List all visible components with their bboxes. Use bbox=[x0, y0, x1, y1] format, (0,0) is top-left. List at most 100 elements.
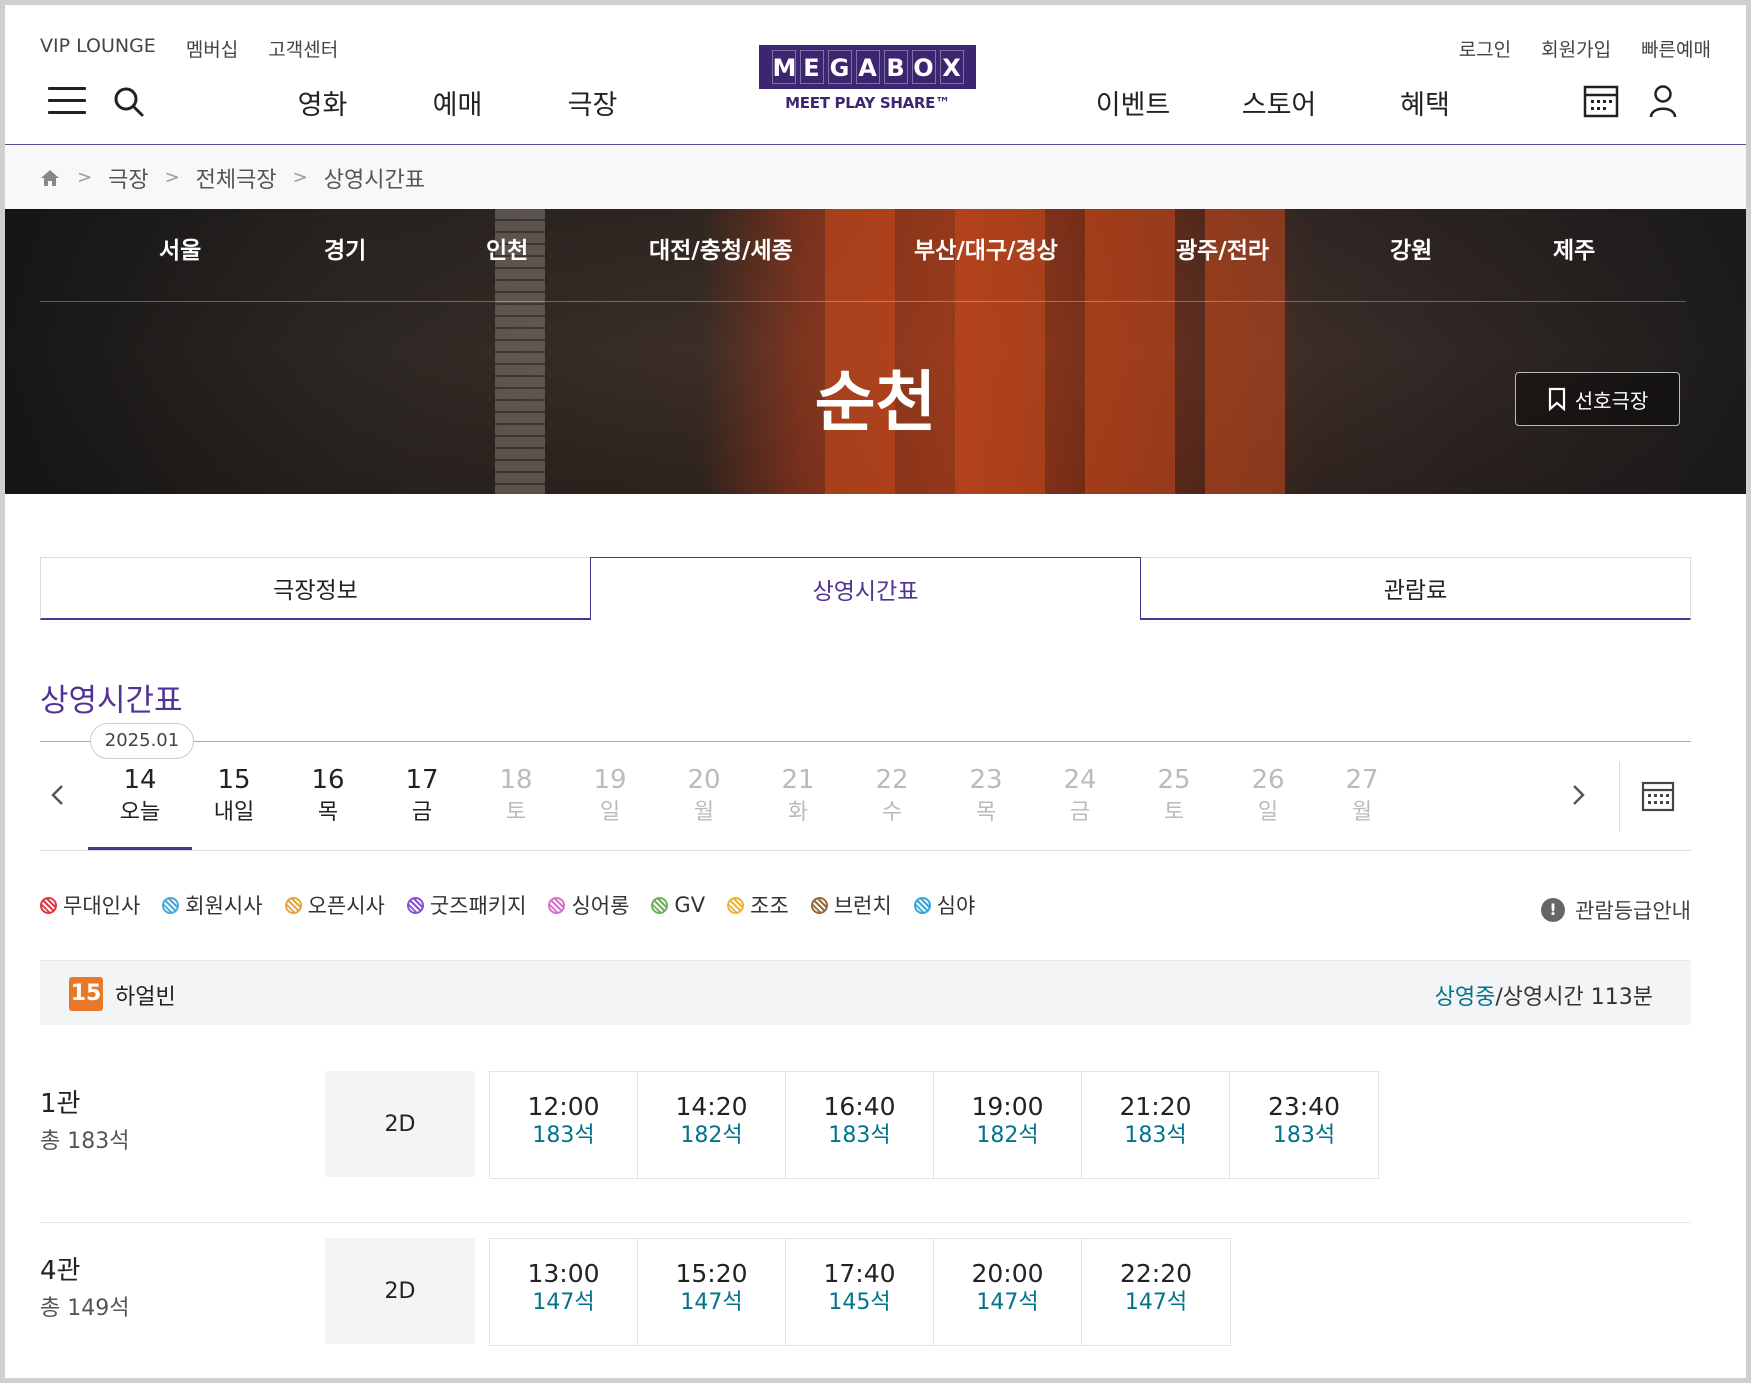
member-preview-icon bbox=[162, 896, 180, 914]
nav-benefit[interactable]: 혜택 bbox=[1352, 83, 1498, 122]
date-day: 19 bbox=[593, 765, 627, 795]
date-weekday: 일 bbox=[599, 800, 621, 825]
date-item: 20 월 bbox=[652, 764, 756, 850]
tab-theater-info[interactable]: 극장정보 bbox=[40, 557, 590, 620]
search-icon[interactable] bbox=[112, 85, 146, 119]
megabox-logo[interactable]: MEGABOX MEET PLAY SHARE™ bbox=[759, 45, 976, 123]
region-tab-incheon[interactable]: 인천 bbox=[486, 209, 528, 293]
date-selector: 2025.01 14 오늘 15 내일 16 목 17 금 18 토 19 일 20 월 21 화 22 수 23 목… bbox=[40, 723, 1691, 851]
open-preview-icon bbox=[284, 896, 302, 914]
region-tab-jeju[interactable]: 제주 bbox=[1553, 209, 1595, 293]
showtime-slot[interactable]: 17:40 145석 bbox=[786, 1239, 934, 1345]
quick-booking-link[interactable]: 빠른예매 bbox=[1641, 35, 1711, 62]
signup-link[interactable]: 회원가입 bbox=[1541, 35, 1611, 62]
movie-header: 15 하얼빈 상영중/상영시간 113분 bbox=[40, 960, 1691, 1025]
customer-center-link[interactable]: 고객센터 bbox=[268, 35, 338, 62]
showtime-slot[interactable]: 20:00 147석 bbox=[934, 1239, 1082, 1345]
date-day: 20 bbox=[687, 765, 721, 795]
showtime-slot[interactable]: 21:20 183석 bbox=[1082, 1072, 1230, 1178]
region-tab-gwangju[interactable]: 광주/전라 bbox=[1176, 209, 1269, 293]
showtime-slot[interactable]: 16:40 183석 bbox=[786, 1072, 934, 1178]
chevron-right-icon[interactable] bbox=[1560, 770, 1596, 820]
favorite-theater-button[interactable]: 선호극장 bbox=[1515, 372, 1680, 426]
region-tab-gyeonggi[interactable]: 경기 bbox=[324, 209, 366, 293]
login-link[interactable]: 로그인 bbox=[1459, 35, 1511, 62]
showtime-slot[interactable]: 15:20 147석 bbox=[638, 1239, 786, 1345]
date-day: 23 bbox=[969, 765, 1003, 795]
date-divider bbox=[1619, 762, 1620, 832]
utility-links-right: 로그인 회원가입 빠른예매 bbox=[1459, 35, 1711, 62]
date-item[interactable]: 17 금 bbox=[370, 764, 474, 850]
date-item: 27 월 bbox=[1310, 764, 1414, 850]
date-weekday: 일 bbox=[1257, 800, 1279, 825]
legend-item: 무대인사 bbox=[40, 890, 140, 920]
region-tab-gangwon[interactable]: 강원 bbox=[1390, 209, 1432, 293]
region-tabs: 서울 경기 인천 대전/충청/세종 부산/대구/경상 광주/전라 강원 제주 bbox=[40, 209, 1686, 302]
showtime-seats: 182석 bbox=[680, 1123, 743, 1148]
home-icon[interactable] bbox=[39, 168, 61, 188]
tab-fees[interactable]: 관람료 bbox=[1141, 557, 1691, 620]
stage-greeting-icon bbox=[40, 896, 57, 914]
movie-title[interactable]: 하얼빈 bbox=[115, 979, 176, 1011]
showtime-slot[interactable]: 13:00 147석 bbox=[490, 1239, 638, 1345]
showtime-seats: 147석 bbox=[532, 1290, 595, 1315]
screen-type: 2D bbox=[325, 1071, 475, 1177]
main-nav-left: 영화 예매 극장 bbox=[255, 83, 660, 122]
showtime-slot[interactable]: 23:40 183석 bbox=[1230, 1072, 1378, 1178]
showtime-time: 13:00 bbox=[527, 1259, 600, 1288]
chevron-left-icon[interactable] bbox=[40, 770, 76, 820]
age-rating-badge: 15 bbox=[69, 977, 103, 1011]
singalong-icon bbox=[548, 896, 566, 914]
goods-package-icon bbox=[406, 896, 424, 914]
legend-label: 심야 bbox=[936, 894, 976, 918]
legend-item: GV bbox=[651, 890, 705, 920]
showtime-seats: 183석 bbox=[532, 1123, 595, 1148]
showtime-slot[interactable]: 14:20 182석 bbox=[638, 1072, 786, 1178]
theater-name: 순천 bbox=[814, 364, 937, 441]
showtime-slot[interactable]: 22:20 147석 bbox=[1082, 1239, 1230, 1345]
showtime-time: 22:20 bbox=[1119, 1259, 1193, 1288]
schedule-icon[interactable] bbox=[1583, 84, 1619, 118]
schedule-title: 상영시간표 bbox=[40, 683, 183, 719]
nav-theater[interactable]: 극장 bbox=[525, 83, 660, 122]
date-item: 21 화 bbox=[746, 764, 850, 850]
breadcrumb-theater[interactable]: 극장 bbox=[108, 162, 148, 194]
date-item[interactable]: 14 오늘 bbox=[88, 764, 192, 850]
calendar-icon[interactable] bbox=[1641, 780, 1675, 812]
nav-store[interactable]: 스토어 bbox=[1206, 83, 1352, 122]
logo-tagline: MEET PLAY SHARE™ bbox=[785, 94, 950, 112]
showtime-list: 12:00 183석 14:20 182석 16:40 183석 19:00 182석 21:2… bbox=[489, 1071, 1379, 1179]
hall-total-seats: 총 183석 bbox=[40, 1129, 130, 1154]
bookmark-icon bbox=[1548, 387, 1565, 411]
showtime-time: 20:00 bbox=[971, 1259, 1044, 1288]
legend-label: GV bbox=[674, 893, 706, 917]
breadcrumb-schedule[interactable]: 상영시간표 bbox=[324, 162, 425, 194]
tab-schedule[interactable]: 상영시간표 bbox=[590, 557, 1141, 620]
user-icon[interactable] bbox=[1648, 84, 1678, 118]
nav-event[interactable]: 이벤트 bbox=[1060, 83, 1206, 122]
vip-lounge-link[interactable]: VIP LOUNGE bbox=[40, 35, 156, 62]
region-tab-daejeon[interactable]: 대전/충청/세종 bbox=[649, 209, 793, 293]
date-weekday: 목 bbox=[317, 800, 339, 825]
legend-label: 브런치 bbox=[833, 894, 892, 918]
breadcrumb-all-theaters[interactable]: 전체극장 bbox=[196, 162, 277, 194]
menu-icon[interactable] bbox=[48, 87, 86, 115]
region-tab-seoul[interactable]: 서울 bbox=[159, 209, 201, 293]
showtime-time: 23:40 bbox=[1267, 1092, 1341, 1121]
showtime-slot[interactable]: 19:00 182석 bbox=[934, 1072, 1082, 1178]
date-day: 16 bbox=[311, 765, 345, 795]
date-day: 21 bbox=[781, 765, 815, 795]
year-month-badge: 2025.01 bbox=[90, 723, 194, 759]
date-item: 23 목 bbox=[934, 764, 1038, 850]
date-item[interactable]: 15 내일 bbox=[182, 764, 286, 850]
date-day: 14 bbox=[123, 765, 157, 795]
membership-link[interactable]: 멤버십 bbox=[186, 35, 238, 62]
rating-guide-link[interactable]: ! 관람등급안내 bbox=[1541, 895, 1691, 925]
date-item[interactable]: 16 목 bbox=[276, 764, 380, 850]
nav-booking[interactable]: 예매 bbox=[390, 83, 525, 122]
region-tab-busan[interactable]: 부산/대구/경상 bbox=[914, 209, 1058, 293]
nav-movie[interactable]: 영화 bbox=[255, 83, 390, 122]
hall-total-seats: 총 149석 bbox=[40, 1296, 130, 1321]
showtime-slot[interactable]: 12:00 183석 bbox=[490, 1072, 638, 1178]
showtime-list: 13:00 147석 15:20 147석 17:40 145석 20:00 147석 22:2… bbox=[489, 1238, 1231, 1346]
